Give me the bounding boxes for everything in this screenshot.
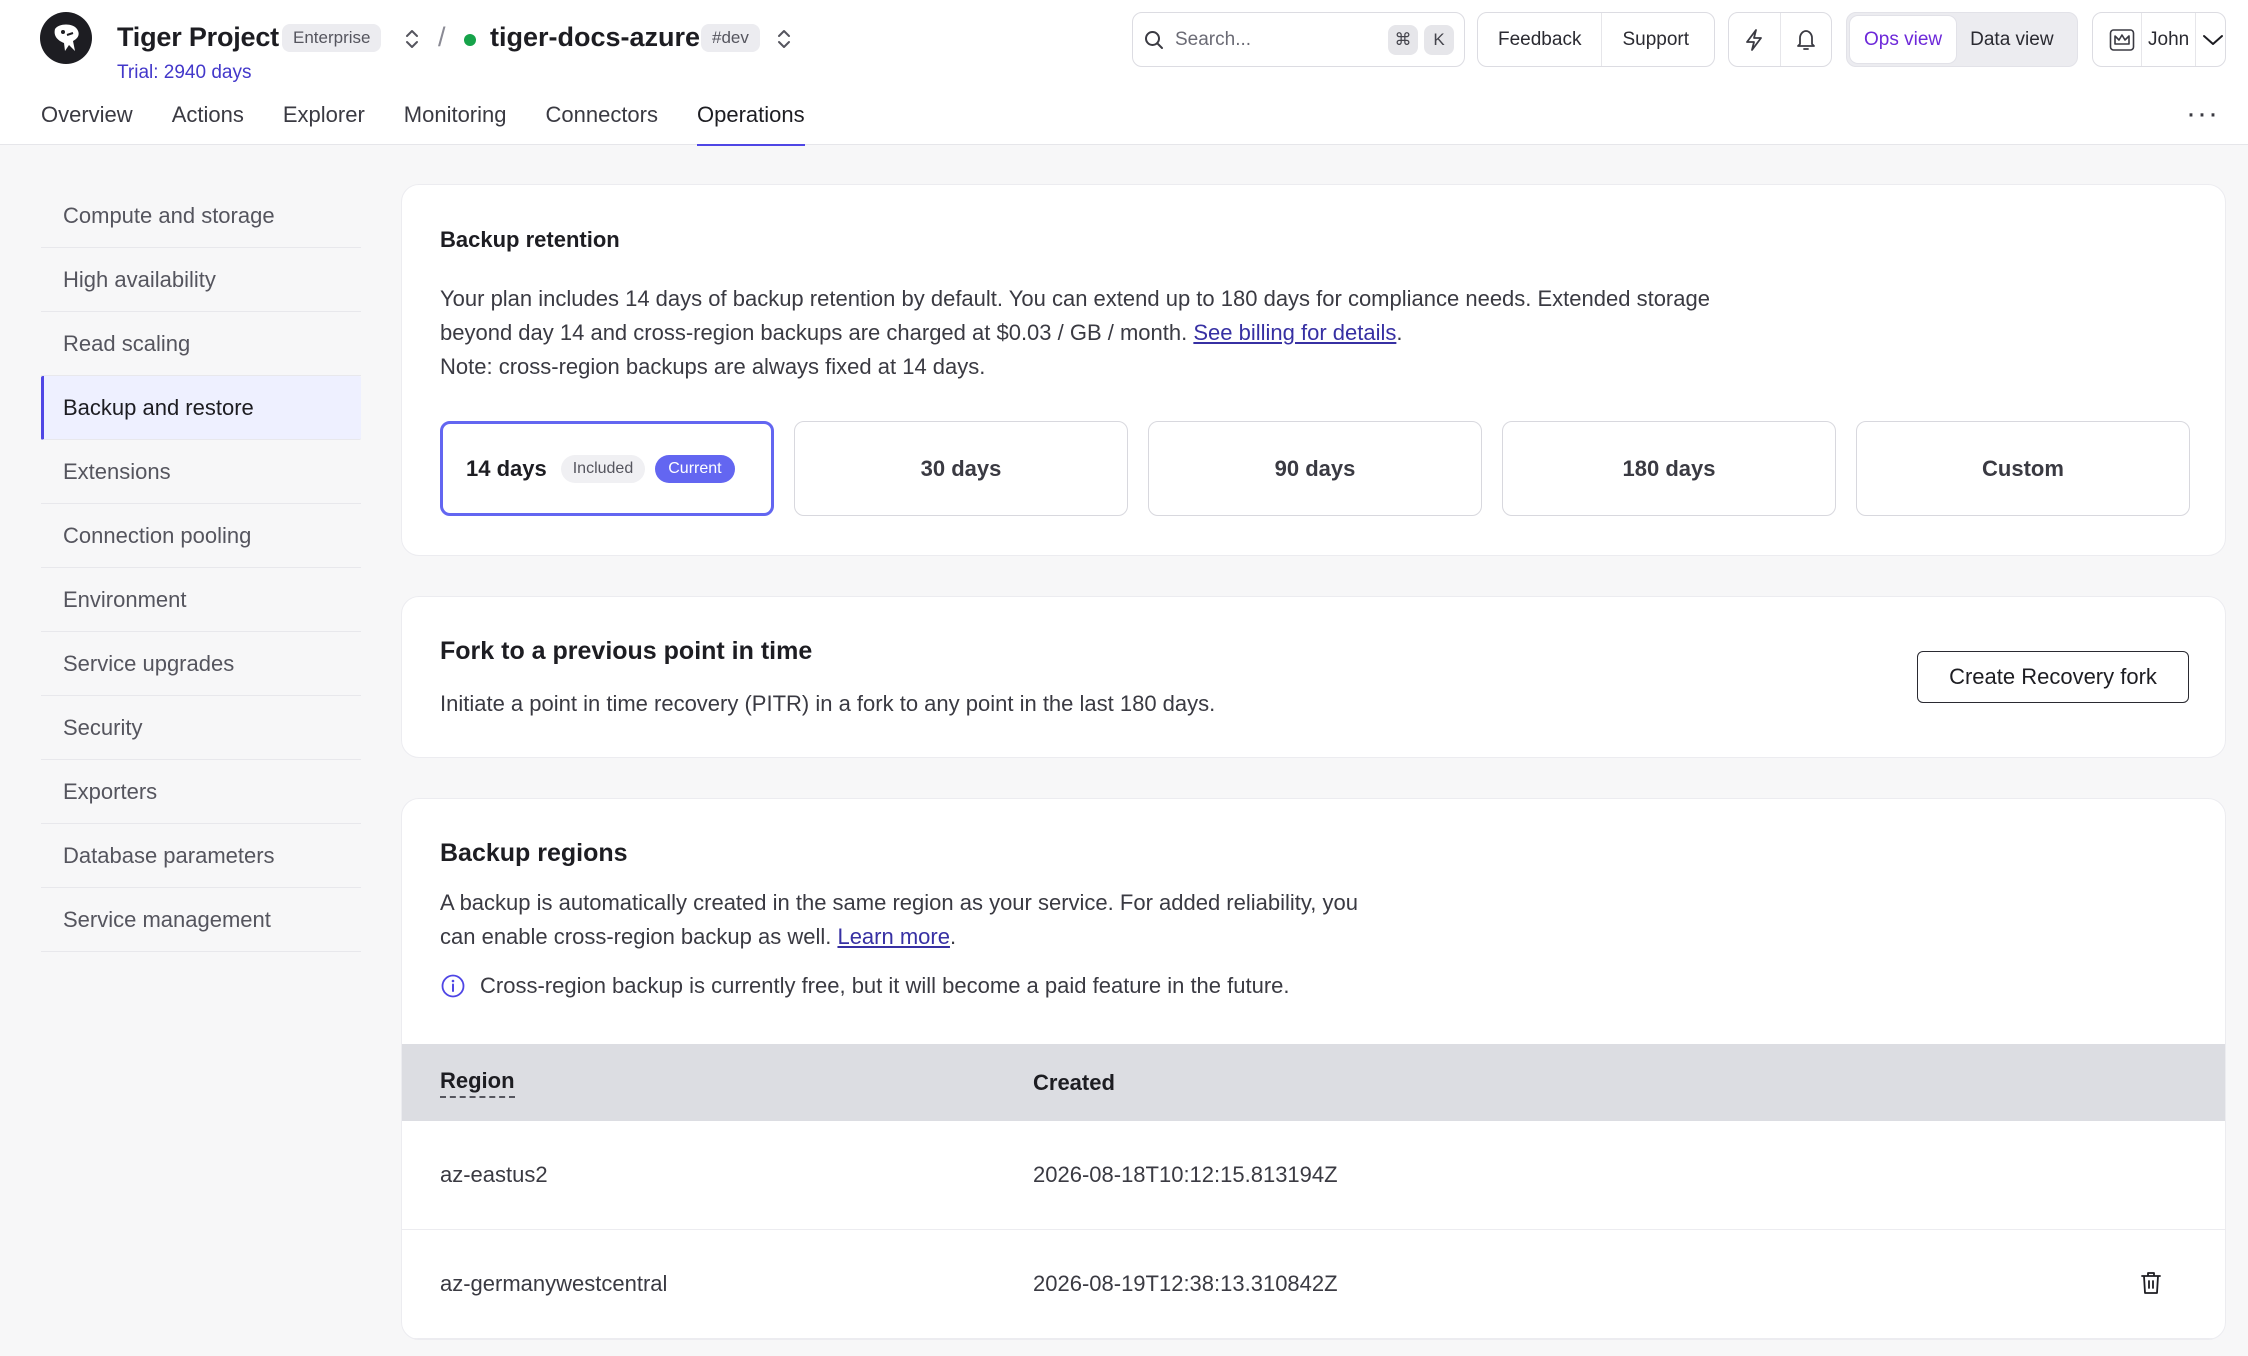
more-options-icon[interactable]: ··· (2186, 99, 2219, 129)
region-cell: az-eastus2 (440, 1162, 548, 1187)
cross-region-info: Cross-region backup is currently free, b… (440, 973, 1290, 999)
option-label: 14 days (466, 455, 547, 481)
table-row: az-eastus2 2026-08-18T10:12:15.813194Z (402, 1121, 2225, 1230)
sidebar-item-database-parameters[interactable]: Database parameters (41, 824, 361, 888)
retention-line-2-period: . (1396, 320, 1403, 345)
regions-line-2-period: . (949, 924, 957, 949)
view-toggle: Ops view Data view (1846, 12, 2078, 67)
tab-connectors[interactable]: Connectors (545, 102, 658, 145)
help-button-group: Feedback Support (1477, 12, 1715, 67)
retention-options: 14 days Included Current 30 days 90 days… (440, 421, 2190, 516)
fork-card: Fork to a previous point in time Initiat… (401, 596, 2226, 758)
retention-option-90-days[interactable]: 90 days (1148, 421, 1482, 516)
sidebar-item-read-scaling[interactable]: Read scaling (41, 312, 361, 376)
service-switcher-icon[interactable] (773, 24, 795, 54)
ops-view-button[interactable]: Ops view (1850, 16, 1957, 63)
tab-monitoring[interactable]: Monitoring (404, 102, 507, 145)
created-cell: 2026-08-19T12:38:13.310842Z (1033, 1271, 1338, 1296)
backup-regions-card: Backup regions A backup is automatically… (401, 798, 2226, 1340)
breadcrumb-separator: / (438, 22, 446, 52)
included-badge: Included (560, 454, 646, 483)
support-button[interactable]: Support (1601, 13, 1709, 66)
info-icon (440, 973, 466, 999)
fork-description: Initiate a point in time recovery (PITR)… (440, 691, 1216, 716)
project-switcher-icon[interactable] (401, 24, 423, 54)
search-input[interactable]: Search... ⌘ K (1132, 12, 1465, 67)
column-header-created: Created (1033, 1069, 1115, 1095)
retention-option-30-days[interactable]: 30 days (794, 421, 1128, 516)
sidebar-item-service-upgrades[interactable]: Service upgrades (41, 632, 361, 696)
top-header: Tiger Project Enterprise Trial: 2940 day… (0, 0, 2248, 146)
tab-explorer[interactable]: Explorer (283, 102, 365, 145)
feedback-button[interactable]: Feedback (1478, 13, 1601, 66)
shortcut-k-key: K (1424, 24, 1454, 55)
retention-line-2-text: beyond day 14 and cross-region backups a… (440, 320, 1194, 345)
sidebar-item-environment[interactable]: Environment (41, 568, 361, 632)
cross-region-info-text: Cross-region backup is currently free, b… (480, 973, 1290, 998)
retention-line-3: Note: cross-region backups are always fi… (440, 354, 986, 379)
create-recovery-fork-button[interactable]: Create Recovery fork (1917, 651, 2189, 703)
plan-badge: Enterprise (282, 24, 382, 52)
sidebar-item-high-availability[interactable]: High availability (41, 248, 361, 312)
regions-line-2-text: can enable cross-region backup as well. (440, 924, 838, 949)
sidebar-item-exporters[interactable]: Exporters (41, 760, 361, 824)
regions-line-1: A backup is automatically created in the… (440, 890, 1358, 915)
tiger-logo-icon[interactable] (40, 12, 92, 64)
table-row: az-germanywestcentral 2026-08-19T12:38:1… (402, 1230, 2225, 1339)
sidebar-item-extensions[interactable]: Extensions (41, 440, 361, 504)
table-header: Region Created (402, 1044, 2225, 1121)
retention-option-custom[interactable]: Custom (1856, 421, 2190, 516)
tab-actions[interactable]: Actions (172, 102, 244, 145)
main-tabs: Overview Actions Explorer Monitoring Con… (41, 102, 844, 146)
sidebar-item-service-management[interactable]: Service management (41, 888, 361, 952)
quick-icons-group (1728, 12, 1832, 67)
service-status-dot (464, 34, 476, 46)
current-badge: Current (655, 454, 735, 483)
user-name: John (2141, 13, 2195, 66)
backup-regions-description: A backup is automatically created in the… (440, 886, 1358, 954)
trial-remaining[interactable]: Trial: 2940 days (117, 62, 251, 84)
bell-icon[interactable] (1779, 13, 1831, 66)
sidebar-item-security[interactable]: Security (41, 696, 361, 760)
env-badge: #dev (701, 24, 760, 52)
retention-option-180-days[interactable]: 180 days (1502, 421, 1836, 516)
backup-retention-card: Backup retention Your plan includes 14 d… (401, 184, 2226, 556)
crown-icon (2103, 13, 2141, 66)
chevron-down-icon (2195, 13, 2225, 66)
created-cell: 2026-08-18T10:12:15.813194Z (1033, 1162, 1338, 1187)
tab-operations[interactable]: Operations (697, 102, 805, 146)
billing-details-link[interactable]: See billing for details (1193, 320, 1396, 345)
tab-overview[interactable]: Overview (41, 102, 133, 145)
search-placeholder: Search... (1175, 28, 1252, 50)
backup-retention-description: Your plan includes 14 days of backup ret… (440, 282, 1710, 384)
retention-line-2: beyond day 14 and cross-region backups a… (440, 316, 1710, 350)
search-icon (1143, 29, 1165, 51)
fork-title: Fork to a previous point in time (440, 637, 813, 665)
data-view-button[interactable]: Data view (1956, 16, 2067, 63)
shortcut-cmd-key: ⌘ (1388, 24, 1418, 55)
column-header-region[interactable]: Region (440, 1068, 515, 1098)
lightning-icon[interactable] (1729, 13, 1780, 66)
sidebar-item-compute-storage[interactable]: Compute and storage (41, 184, 361, 248)
regions-line-2: can enable cross-region backup as well. … (440, 920, 1358, 954)
project-name[interactable]: Tiger Project (117, 22, 279, 53)
trash-icon[interactable] (2139, 1270, 2163, 1296)
service-name[interactable]: tiger-docs-azure (490, 22, 700, 53)
learn-more-link[interactable]: Learn more (837, 924, 950, 949)
sidebar-item-backup-restore[interactable]: Backup and restore (41, 376, 361, 440)
retention-option-14-days[interactable]: 14 days Included Current (440, 421, 774, 516)
region-cell: az-germanywestcentral (440, 1271, 668, 1296)
backup-retention-title: Backup retention (440, 227, 620, 252)
backup-regions-title: Backup regions (440, 839, 628, 867)
retention-line-1: Your plan includes 14 days of backup ret… (440, 286, 1710, 311)
user-menu[interactable]: John (2092, 12, 2226, 67)
sidebar-item-connection-pooling[interactable]: Connection pooling (41, 504, 361, 568)
operations-sidebar: Compute and storage High availability Re… (41, 184, 361, 952)
backup-regions-table: Region Created az-eastus2 2026-08-18T10:… (402, 1044, 2225, 1339)
